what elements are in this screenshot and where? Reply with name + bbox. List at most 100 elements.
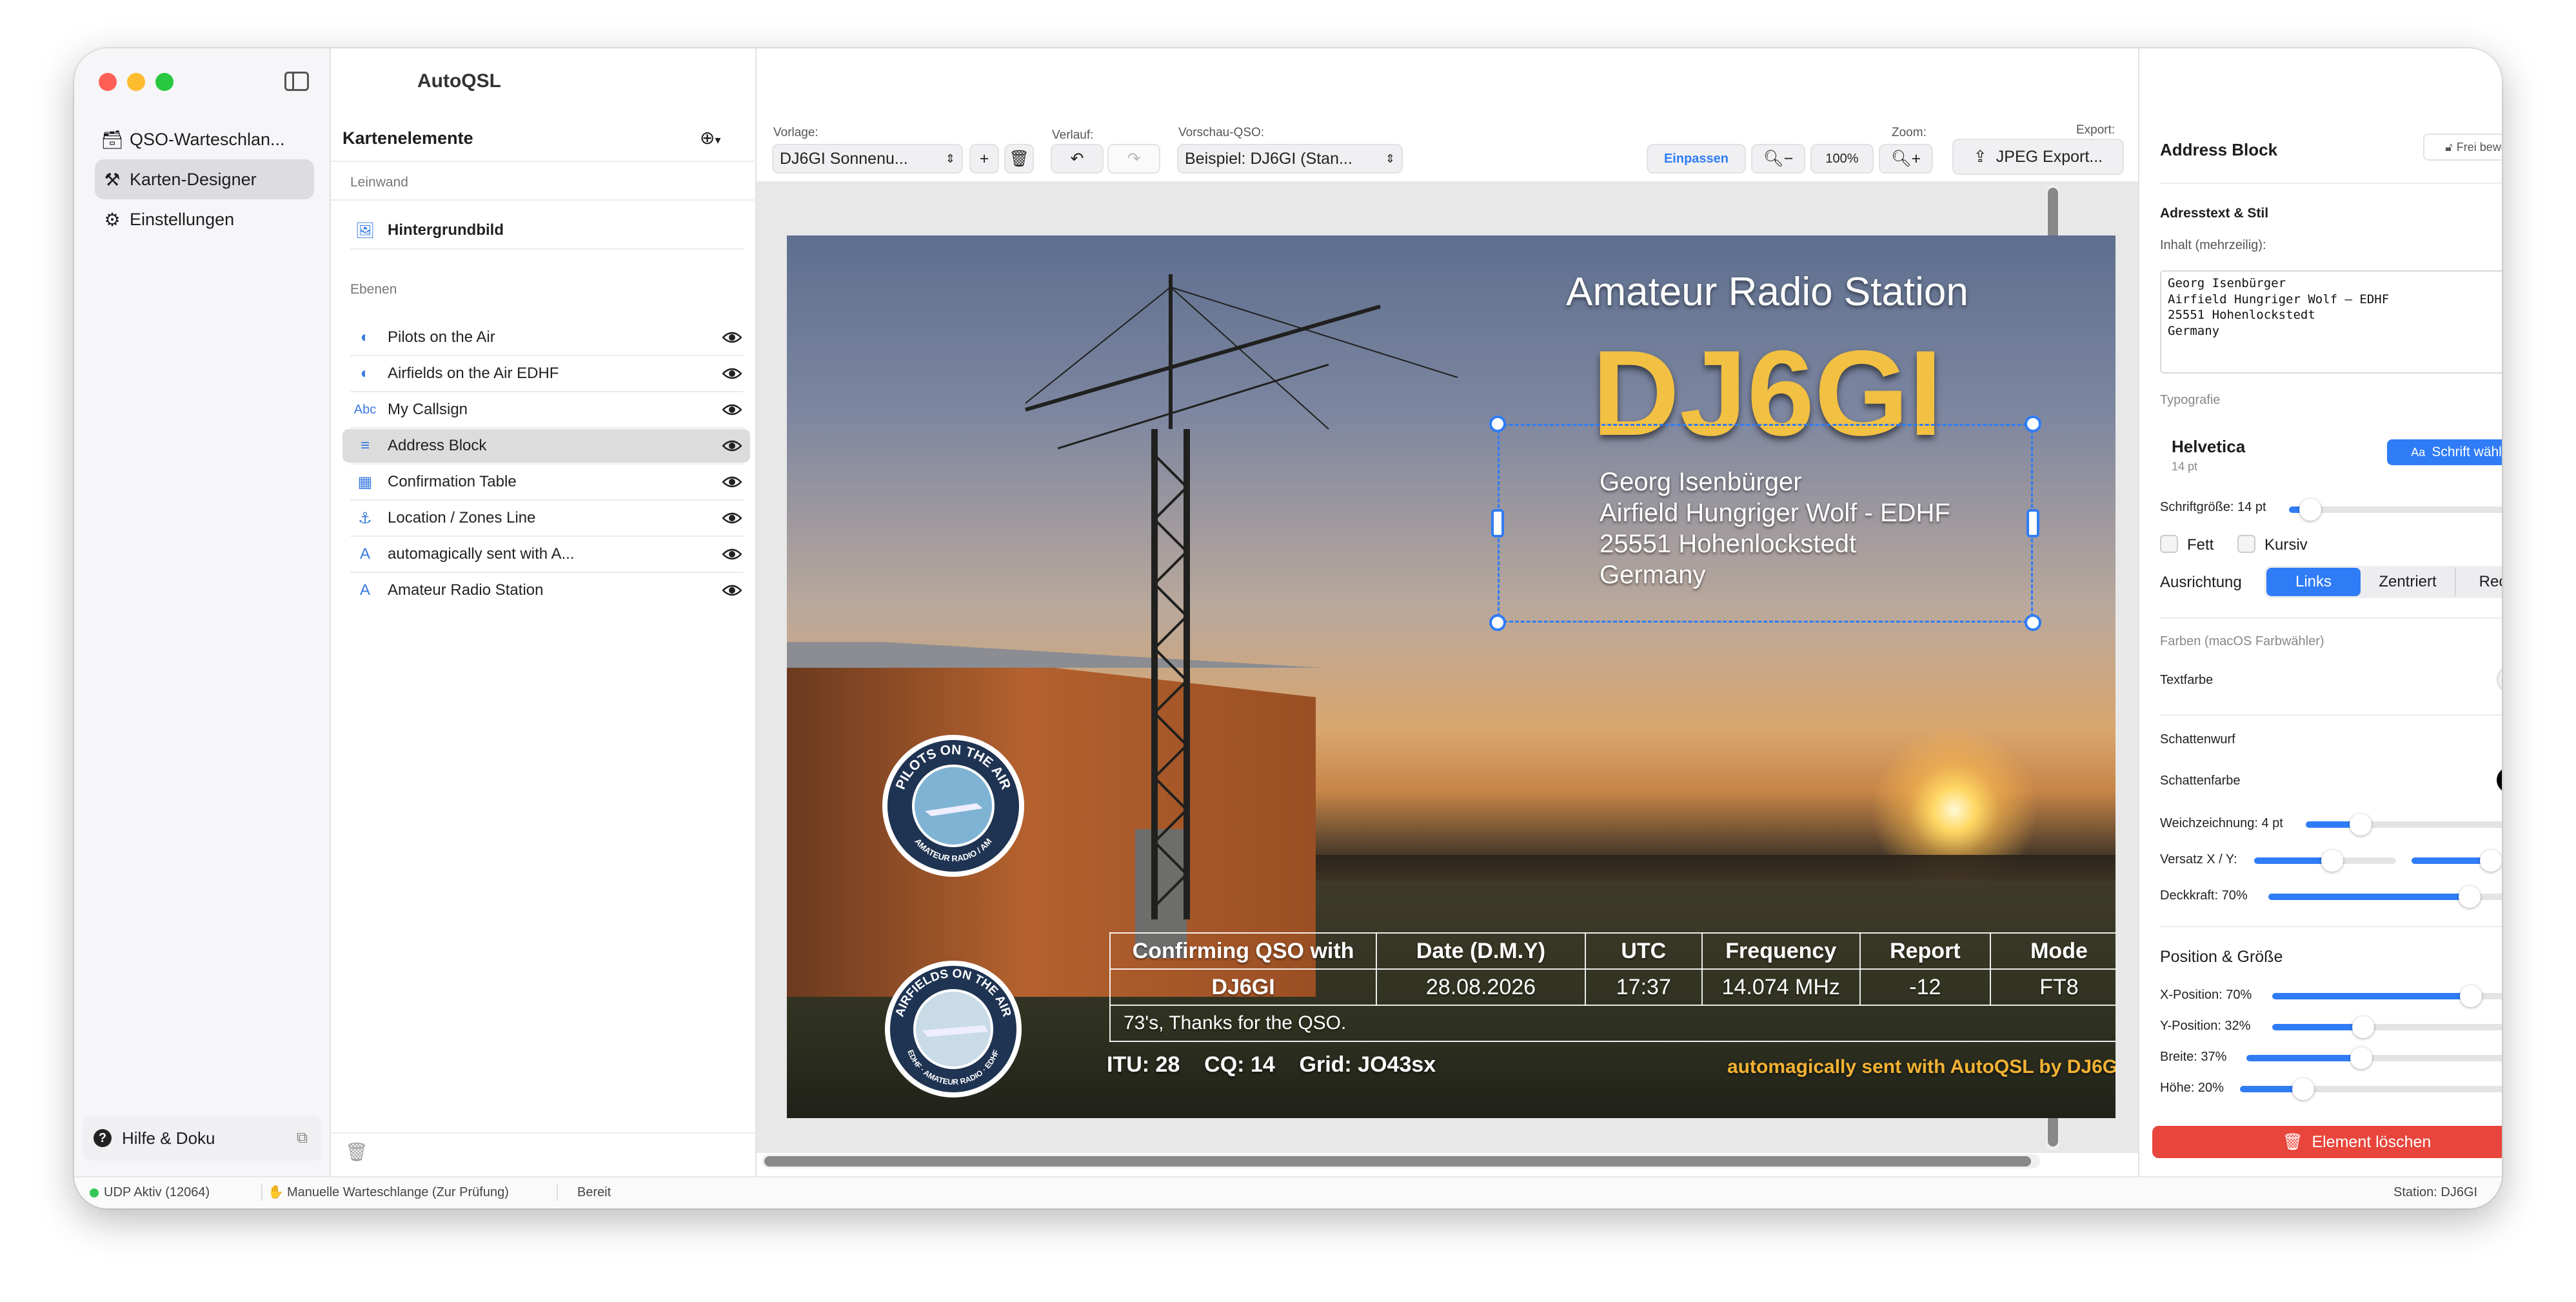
slider-knob[interactable] (2292, 1078, 2314, 1100)
resize-handle-top-left[interactable] (1489, 416, 1506, 432)
fit-button[interactable]: Einpassen (1647, 144, 1746, 174)
location-zones-line[interactable]: ITU: 28 CQ: 14 Grid: JO43sx (1107, 1052, 1436, 1077)
table-header-row: Confirming QSO with Date (D.M.Y) UTC Fre… (1109, 932, 2115, 970)
resize-handle-bottom-left[interactable] (1489, 614, 1506, 631)
align-right-option[interactable]: Rechts (2456, 568, 2502, 596)
queue-status: Manuelle Warteschlange (Zur Prüfung) (287, 1185, 509, 1199)
template-select[interactable]: DJ6GI Sonnenu... ⇕ (772, 144, 963, 174)
slider-knob[interactable] (2299, 499, 2322, 521)
height-slider[interactable] (2240, 1078, 2502, 1100)
x-position-slider[interactable] (2272, 985, 2502, 1007)
add-template-button[interactable]: + (969, 144, 999, 174)
inspector-title: Address Block (2160, 140, 2278, 159)
zoom-out-button[interactable]: 🔍︎− (1751, 144, 1805, 174)
help-docs-button[interactable]: ? Hilfe & Doku ⧉ (83, 1116, 322, 1161)
zoom-value: 100% (1825, 151, 1859, 166)
text-color-label: Textfarbe (2160, 673, 2214, 687)
redo-button[interactable]: ↷ (1107, 144, 1160, 174)
content-line: Airfield Hungriger Wolf – EDHF (2168, 292, 2390, 306)
eye-icon[interactable] (714, 476, 750, 488)
sidebar-item-settings[interactable]: ⚙ Einstellungen (95, 199, 314, 239)
content-textarea[interactable]: Georg Isenbürger Airfield Hungriger Wolf… (2160, 270, 2502, 374)
free-move-label: Frei beweglich (2456, 140, 2502, 154)
eye-icon[interactable] (714, 512, 750, 525)
slider-knob[interactable] (2350, 1047, 2372, 1069)
eye-icon[interactable] (714, 367, 750, 380)
eye-icon[interactable] (714, 548, 750, 561)
layer-item[interactable]: A Amateur Radio Station (342, 574, 750, 607)
layer-item[interactable]: ▦ Confirmation Table (342, 465, 750, 499)
export-label: Export: (2076, 123, 2115, 137)
sent-with-line[interactable]: automagically sent with AutoQSL by DJ6GI (1727, 1056, 2115, 1078)
zoom-window-button[interactable] (155, 73, 173, 91)
zoom-in-button[interactable]: 🔍︎+ (1879, 144, 1933, 174)
jpeg-export-button[interactable]: ⇪ JPEG Export... (1952, 139, 2124, 175)
slider-fill (2412, 857, 2492, 864)
trash-icon[interactable]: 🗑 (345, 1141, 368, 1163)
layer-item[interactable]: ≡ Address Block (342, 429, 750, 463)
table-header-cell: Report (1859, 932, 1992, 970)
resize-handle-bottom-right[interactable] (2025, 614, 2041, 631)
slider-knob[interactable] (2350, 814, 2372, 836)
add-element-button[interactable]: ⊕▾ (700, 127, 721, 148)
resize-handle-top-right[interactable] (2025, 416, 2041, 432)
selection-box (1498, 424, 2033, 623)
window-copy-icon[interactable]: ⧉ (297, 1129, 308, 1147)
layer-item[interactable]: ⚓ Location / Zones Line (342, 501, 750, 535)
eye-icon[interactable] (714, 584, 750, 597)
delete-template-button[interactable]: 🗑 (1004, 144, 1034, 174)
resize-handle-left[interactable] (1491, 509, 1504, 537)
horizontal-scrollbar[interactable] (762, 1154, 2040, 1168)
preview-qso-select[interactable]: Beispiel: DJ6GI (Stan... ⇕ (1177, 144, 1403, 174)
align-segmented-control[interactable]: Links Zentriert Rechts (2264, 566, 2502, 598)
y-position-slider[interactable] (2272, 1016, 2502, 1038)
font-size-text: 14 pt (2172, 460, 2198, 473)
pilots-on-the-air-badge[interactable]: PILOTS ON THE AIR AMATEUR RADIO / AM (880, 732, 1027, 879)
close-window-button[interactable] (99, 73, 117, 91)
eye-icon[interactable] (714, 331, 750, 344)
minimize-window-button[interactable] (127, 73, 145, 91)
eye-icon[interactable] (714, 403, 750, 416)
slider-knob[interactable] (2352, 1016, 2374, 1038)
font-size-slider[interactable] (2289, 499, 2502, 521)
eye-icon[interactable] (714, 439, 750, 452)
text-color-well[interactable] (2497, 666, 2502, 692)
italic-checkbox[interactable] (2237, 535, 2255, 553)
slider-knob[interactable] (2460, 985, 2482, 1007)
offset-x-slider[interactable] (2254, 850, 2396, 872)
slider-knob[interactable] (2480, 850, 2502, 872)
offset-y-slider[interactable] (2412, 850, 2502, 872)
sidebar-toggle-icon[interactable] (284, 72, 309, 91)
resize-handle-right[interactable] (2026, 509, 2039, 537)
qsl-card-canvas[interactable]: Amateur Radio Station DJ6GI Georg Isenbü… (787, 235, 2115, 1118)
layer-label: automagically sent with A... (388, 545, 575, 563)
layer-item[interactable]: Abc My Callsign (342, 393, 750, 426)
blur-slider[interactable] (2306, 814, 2502, 836)
width-slider[interactable] (2246, 1047, 2502, 1069)
shadow-color-well[interactable] (2497, 767, 2502, 793)
layer-item[interactable]: ◐ Pilots on the Air (342, 321, 750, 354)
station-title[interactable]: Amateur Radio Station (1458, 269, 2077, 315)
layer-item[interactable]: ◐ Airfields on the Air EDHF (342, 357, 750, 390)
background-image-item[interactable]: 🖼 Hintergrundbild (342, 214, 750, 247)
undo-button[interactable]: ↶ (1051, 144, 1104, 174)
slider-knob[interactable] (2321, 850, 2343, 872)
free-move-button[interactable]: 🔓︎Frei beweglich (2423, 134, 2502, 161)
zoom-level[interactable]: 100% (1810, 144, 1874, 174)
choose-font-button[interactable]: Aa Schrift wählen... (2387, 439, 2502, 465)
sidebar-item-card-designer[interactable]: ⚒ Karten-Designer (95, 159, 314, 199)
opacity-slider[interactable] (2268, 886, 2502, 908)
blur-label: Weichzeichnung: 4 pt (2160, 816, 2283, 830)
bold-checkbox[interactable] (2160, 535, 2178, 553)
layer-item[interactable]: Aautomagically sent with A... (342, 537, 750, 571)
align-left-option[interactable]: Links (2266, 568, 2361, 596)
confirmation-table[interactable]: Confirming QSO with Date (D.M.Y) UTC Fre… (1109, 932, 2115, 1042)
delete-element-button[interactable]: 🗑 Element löschen (2152, 1126, 2502, 1158)
sidebar-item-qso-queue[interactable]: 🗃 QSO-Warteschlan... (95, 119, 314, 159)
slider-knob[interactable] (2459, 886, 2481, 908)
layer-label: Confirmation Table (388, 473, 517, 490)
font-icon: Aa (2411, 445, 2426, 459)
align-center-option[interactable]: Zentriert (2361, 568, 2456, 596)
airfields-on-the-air-badge[interactable]: AIRFIELDS ON THE AIR EDHF · AMATEUR RADI… (882, 958, 1024, 1100)
position-section: Position & Größe (2160, 948, 2283, 966)
